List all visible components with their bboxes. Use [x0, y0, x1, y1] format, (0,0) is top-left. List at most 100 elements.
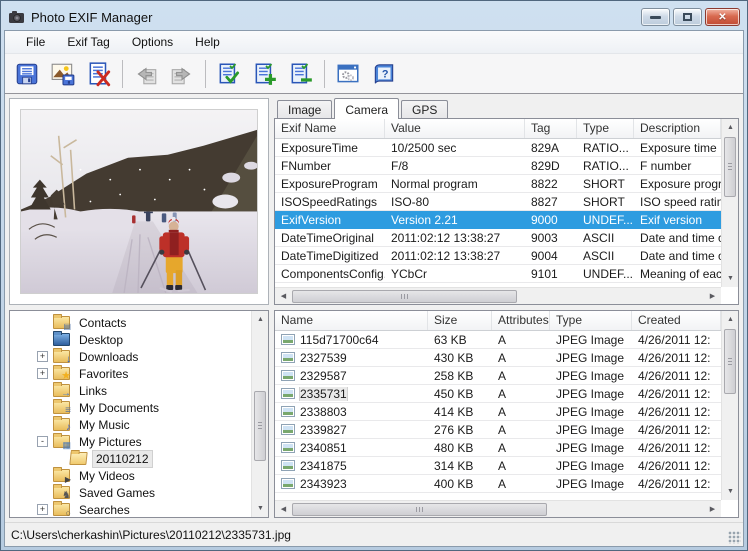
column-header[interactable]: Attributes — [492, 311, 550, 330]
tree-item[interactable]: My Videos — [10, 467, 251, 484]
file-type-cell: JPEG Image — [550, 387, 632, 401]
file-row[interactable]: 2341875 314 KB A JPEG Image 4/26/2011 12… — [275, 457, 721, 475]
exif-type-cell: RATIO... — [577, 159, 634, 173]
exif-row[interactable]: ISOSpeedRatings ISO-80 8827 SHORT ISO sp… — [275, 193, 721, 211]
file-row[interactable]: 115d71700c64 63 KB A JPEG Image 4/26/201… — [275, 331, 721, 349]
expand-toggle[interactable]: + — [37, 368, 48, 379]
file-attributes-cell: A — [492, 333, 550, 347]
exif-vertical-scrollbar[interactable]: ▲ ▼ — [721, 119, 738, 287]
column-header[interactable]: Exif Name — [275, 119, 385, 138]
menu-item[interactable]: Exif Tag — [56, 32, 120, 52]
scroll-down-arrow[interactable]: ▼ — [252, 500, 269, 517]
delete-exif-button[interactable] — [81, 57, 117, 91]
scroll-right-arrow[interactable]: ▶ — [704, 501, 721, 518]
tree-item[interactable]: 20110212 — [10, 450, 251, 467]
previous-image-button[interactable] — [128, 57, 164, 91]
column-header[interactable]: Type — [577, 119, 634, 138]
close-button[interactable]: ✕ — [705, 8, 740, 26]
add-tag-button[interactable] — [247, 57, 283, 91]
file-row[interactable]: 2329587 258 KB A JPEG Image 4/26/2011 12… — [275, 367, 721, 385]
tree-item[interactable]: My Music — [10, 416, 251, 433]
menu-item[interactable]: File — [15, 32, 56, 52]
column-header[interactable]: Value — [385, 119, 525, 138]
column-header[interactable]: Type — [550, 311, 632, 330]
expand-toggle[interactable]: - — [37, 436, 48, 447]
scroll-left-arrow[interactable]: ◀ — [275, 288, 292, 305]
file-type-cell: JPEG Image — [550, 459, 632, 473]
menu-item[interactable]: Options — [121, 32, 184, 52]
tree-item[interactable]: - My Pictures — [10, 433, 251, 450]
tree-item[interactable]: + Favorites — [10, 365, 251, 382]
titlebar[interactable]: Photo EXIF Manager ✕ — [4, 4, 744, 30]
files-vertical-scrollbar[interactable]: ▲ ▼ — [721, 311, 738, 500]
exif-row[interactable]: DateTimeDigitized 2011:02:12 13:38:27 90… — [275, 247, 721, 265]
file-row[interactable]: 2335731 450 KB A JPEG Image 4/26/2011 12… — [275, 385, 721, 403]
file-row[interactable]: 2339827 276 KB A JPEG Image 4/26/2011 12… — [275, 421, 721, 439]
remove-tag-button[interactable] — [283, 57, 319, 91]
exif-row[interactable]: FNumber F/8 829D RATIO... F number — [275, 157, 721, 175]
resize-grip[interactable] — [728, 531, 741, 544]
scroll-thumb[interactable] — [724, 329, 736, 394]
scroll-down-arrow[interactable]: ▼ — [722, 483, 739, 500]
exif-type-cell: ASCII — [577, 231, 634, 245]
file-attributes-cell: A — [492, 423, 550, 437]
tab[interactable]: Camera — [334, 98, 399, 119]
tree-item[interactable]: + Searches — [10, 501, 251, 518]
save-button[interactable] — [9, 57, 45, 91]
maximize-button[interactable] — [673, 8, 702, 26]
file-row[interactable]: 2327539 430 KB A JPEG Image 4/26/2011 12… — [275, 349, 721, 367]
exif-row[interactable]: ExposureTime 10/2500 sec 829A RATIO... E… — [275, 139, 721, 157]
column-header[interactable]: Size — [428, 311, 492, 330]
scroll-thumb[interactable] — [292, 290, 517, 303]
scroll-down-arrow[interactable]: ▼ — [722, 270, 739, 287]
scroll-up-arrow[interactable]: ▲ — [722, 119, 739, 136]
scroll-right-arrow[interactable]: ▶ — [704, 288, 721, 305]
options-button[interactable] — [330, 57, 366, 91]
tree-item[interactable]: Desktop — [10, 331, 251, 348]
minimize-button[interactable] — [641, 8, 670, 26]
tree-item[interactable]: Saved Games — [10, 484, 251, 501]
tab[interactable]: Image — [277, 100, 332, 119]
minimize-icon — [650, 16, 661, 19]
save-image-button[interactable] — [45, 57, 81, 91]
scroll-thumb[interactable] — [724, 137, 736, 197]
tree-item[interactable]: My Documents — [10, 399, 251, 416]
files-horizontal-scrollbar[interactable]: ◀ ▶ — [275, 500, 721, 517]
column-header[interactable]: Created — [632, 311, 721, 330]
next-image-button[interactable] — [164, 57, 200, 91]
tree-item[interactable]: + Downloads — [10, 348, 251, 365]
maximize-icon — [683, 13, 692, 21]
file-row[interactable]: 2340851 480 KB A JPEG Image 4/26/2011 12… — [275, 439, 721, 457]
scroll-thumb[interactable] — [292, 503, 547, 516]
file-attributes-cell: A — [492, 459, 550, 473]
scroll-up-arrow[interactable]: ▲ — [252, 311, 269, 328]
exif-description-cell: Date and time of — [634, 231, 721, 245]
column-header[interactable]: Description — [634, 119, 721, 138]
exif-value-cell: F/8 — [385, 159, 525, 173]
verify-tags-button[interactable] — [211, 57, 247, 91]
file-created-cell: 4/26/2011 12: — [632, 459, 721, 473]
tree-item[interactable]: Contacts — [10, 314, 251, 331]
expand-toggle[interactable]: + — [37, 504, 48, 515]
file-row[interactable]: 2338803 414 KB A JPEG Image 4/26/2011 12… — [275, 403, 721, 421]
exif-horizontal-scrollbar[interactable]: ◀ ▶ — [275, 287, 721, 304]
exif-row[interactable]: ComponentsConfig... YCbCr 9101 UNDEF... … — [275, 265, 721, 283]
exif-row[interactable]: ExifVersion Version 2.21 9000 UNDEF... E… — [275, 211, 721, 229]
tree-item[interactable]: Links — [10, 382, 251, 399]
column-header[interactable]: Tag — [525, 119, 577, 138]
exif-description-cell: ISO speed rating — [634, 195, 721, 209]
scroll-thumb[interactable] — [254, 391, 266, 461]
file-size-cell: 276 KB — [428, 423, 492, 437]
expand-toggle[interactable]: + — [37, 351, 48, 362]
help-button[interactable]: ? — [366, 57, 402, 91]
menu-item[interactable]: Help — [184, 32, 231, 52]
exif-type-cell: SHORT — [577, 177, 634, 191]
tab[interactable]: GPS — [401, 100, 448, 119]
column-header[interactable]: Name — [275, 311, 428, 330]
exif-row[interactable]: DateTimeOriginal 2011:02:12 13:38:27 900… — [275, 229, 721, 247]
scroll-left-arrow[interactable]: ◀ — [275, 501, 292, 518]
exif-row[interactable]: ExposureProgram Normal program 8822 SHOR… — [275, 175, 721, 193]
file-row[interactable]: 2343923 400 KB A JPEG Image 4/26/2011 12… — [275, 475, 721, 493]
scroll-up-arrow[interactable]: ▲ — [722, 311, 739, 328]
tree-vertical-scrollbar[interactable]: ▲ ▼ — [251, 311, 268, 517]
